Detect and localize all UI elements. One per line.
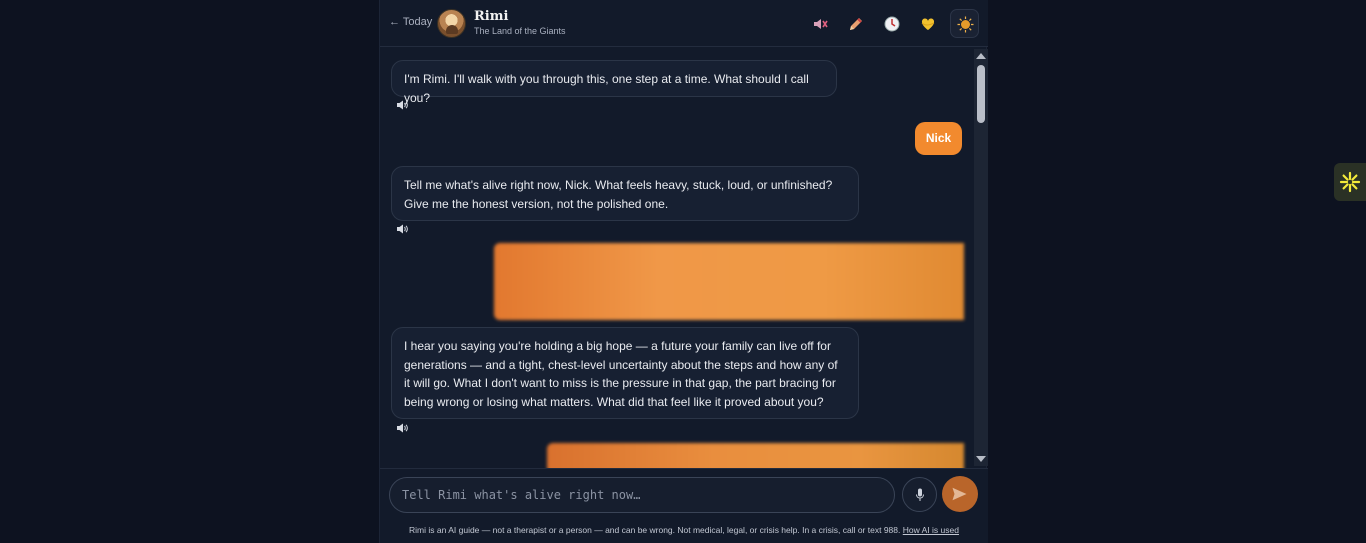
disclaimer-text: Rimi is an AI guide — not a therapist or…: [380, 525, 988, 535]
sparkle-icon: [1339, 171, 1361, 193]
sun-icon: [957, 16, 974, 33]
scroll-down-arrow[interactable]: [976, 456, 986, 462]
chat-header: ← Today Rimi The Land of the Giants: [380, 0, 988, 47]
avatar: [437, 9, 466, 38]
message-input[interactable]: [389, 477, 895, 513]
send-button[interactable]: [942, 476, 978, 512]
side-widget-button[interactable]: [1334, 163, 1366, 201]
message-scrollbar[interactable]: [974, 49, 988, 466]
speaker-icon[interactable]: [396, 100, 408, 110]
theme-toggle-button[interactable]: [950, 9, 979, 38]
mute-icon[interactable]: [810, 14, 830, 34]
composer: Rimi is an AI guide — not a therapist or…: [380, 468, 988, 543]
page-title: Rimi: [474, 9, 509, 24]
user-message-redacted: [547, 443, 964, 468]
speaker-icon[interactable]: [396, 224, 408, 234]
page-subtitle: The Land of the Giants: [474, 26, 566, 36]
assistant-message: I hear you saying you're holding a big h…: [391, 327, 859, 419]
user-message: Nick: [915, 122, 962, 155]
chat-window: ← Today Rimi The Land of the Giants I'm: [379, 0, 988, 543]
how-ai-is-used-link[interactable]: How AI is used: [903, 525, 959, 535]
back-to-today-link[interactable]: ← Today: [389, 16, 432, 28]
disclaimer-body: Rimi is an AI guide — not a therapist or…: [409, 525, 901, 535]
assistant-message: Tell me what's alive right now, Nick. Wh…: [391, 166, 859, 221]
scroll-up-arrow[interactable]: [976, 53, 986, 59]
microphone-icon: [916, 488, 924, 501]
send-arrow-icon: [952, 487, 967, 501]
assistant-message: I'm Rimi. I'll walk with you through thi…: [391, 60, 837, 105]
heart-icon[interactable]: [918, 14, 938, 34]
user-message-redacted: [494, 243, 964, 320]
scrollbar-thumb[interactable]: [977, 65, 985, 123]
pencil-icon[interactable]: [846, 14, 866, 34]
clock-icon[interactable]: [882, 14, 902, 34]
microphone-button[interactable]: [902, 477, 937, 512]
message-list[interactable]: I'm Rimi. I'll walk with you through thi…: [380, 47, 988, 468]
speaker-icon[interactable]: [396, 423, 408, 433]
